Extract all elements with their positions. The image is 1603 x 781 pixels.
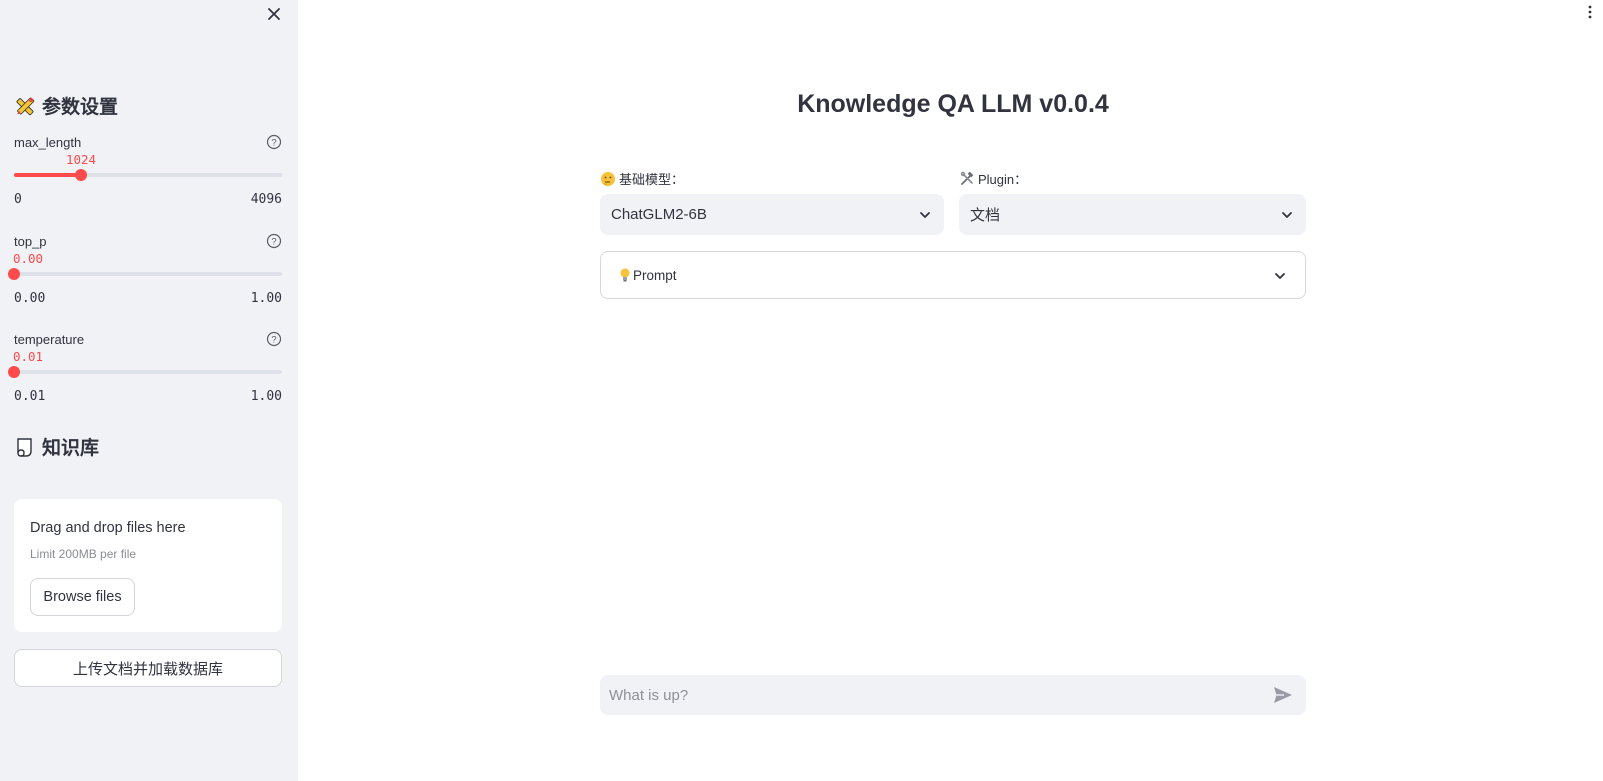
svg-text:?: ? <box>271 237 276 248</box>
plugin-select[interactable]: 文档 <box>959 194 1306 235</box>
question-circle-icon[interactable]: ? <box>266 331 282 347</box>
model-select[interactable]: ChatGLM2-6B <box>600 194 944 235</box>
slider-thumb[interactable] <box>8 366 20 378</box>
chevron-down-icon <box>1275 273 1285 279</box>
slider-value: 1024 <box>65 152 97 167</box>
plugin-select-label: Plugin： <box>959 169 1027 188</box>
kb-heading: 知识库 <box>14 433 99 460</box>
file-uploader-dropzone[interactable]: Drag and drop files here Limit 200MB per… <box>14 499 282 632</box>
sidebar: 参数设置 max_length ? 1024 0 4096 top_p ? 0.… <box>0 0 298 781</box>
model-select-label: 基础模型： <box>600 169 684 188</box>
close-sidebar-button[interactable] <box>264 4 284 24</box>
slider-value: 0.00 <box>12 251 44 266</box>
plugin-select-label-text: Plugin： <box>978 172 1028 187</box>
model-select-value: ChatGLM2-6B <box>611 206 707 223</box>
more-vertical-icon <box>1588 5 1592 19</box>
slider-fill <box>14 173 81 177</box>
hammer-wrench-icon <box>960 171 974 185</box>
slider-min: 0.01 <box>14 389 46 404</box>
browse-files-button[interactable]: Browse files <box>30 578 135 616</box>
params-heading: 参数设置 <box>14 92 118 119</box>
page-curl-icon <box>17 437 32 457</box>
question-circle-icon[interactable]: ? <box>266 233 282 249</box>
svg-text:?: ? <box>271 335 276 346</box>
send-button[interactable] <box>1272 685 1294 705</box>
main-menu-button[interactable] <box>1587 4 1593 20</box>
plugin-select-value: 文档 <box>970 207 1001 224</box>
prompt-expander-label: Prompt <box>633 267 677 283</box>
prompt-expander[interactable]: Prompt <box>600 251 1306 299</box>
slider-label: temperature <box>14 332 85 347</box>
slider-max-length: max_length ? 1024 0 4096 <box>14 134 282 215</box>
upload-and-load-button[interactable]: 上传文档并加载数据库 <box>14 649 282 687</box>
params-heading-text: 参数设置 <box>42 97 119 118</box>
lightbulb-icon <box>620 268 630 282</box>
model-select-label-text: 基础模型： <box>619 172 685 187</box>
slider-max: 4096 <box>250 192 282 207</box>
svg-text:?: ? <box>271 138 276 149</box>
slider-track[interactable] <box>8 366 282 378</box>
chat-input[interactable] <box>600 675 1306 715</box>
slider-min: 0.00 <box>14 291 46 306</box>
slider-label: top_p <box>14 234 47 249</box>
slider-label: max_length <box>14 135 82 150</box>
chevron-down-icon <box>1282 212 1292 218</box>
drop-text: Drag and drop files here <box>30 520 186 536</box>
thinking-face-icon <box>601 171 615 186</box>
kb-heading-text: 知识库 <box>42 438 100 459</box>
page-title: Knowledge QA LLM v0.0.4 <box>797 90 1109 118</box>
slider-thumb[interactable] <box>75 169 87 181</box>
close-icon <box>268 8 280 20</box>
limit-text: Limit 200MB per file <box>30 547 137 561</box>
slider-max: 1.00 <box>250 389 282 404</box>
slider-min: 0 <box>14 192 22 207</box>
slider-max: 1.00 <box>250 291 282 306</box>
question-circle-icon[interactable]: ? <box>266 134 282 150</box>
pencil-ruler-icon <box>16 97 35 115</box>
slider-top-p: top_p ? 0.00 0.00 1.00 <box>8 233 282 314</box>
slider-temperature: temperature ? 0.01 0.01 1.00 <box>8 331 282 412</box>
slider-value: 0.01 <box>12 349 44 364</box>
slider-track[interactable] <box>8 268 282 280</box>
slider-thumb[interactable] <box>8 268 20 280</box>
send-icon <box>1274 687 1292 703</box>
slider-track[interactable] <box>14 169 282 181</box>
chevron-down-icon <box>920 212 930 218</box>
